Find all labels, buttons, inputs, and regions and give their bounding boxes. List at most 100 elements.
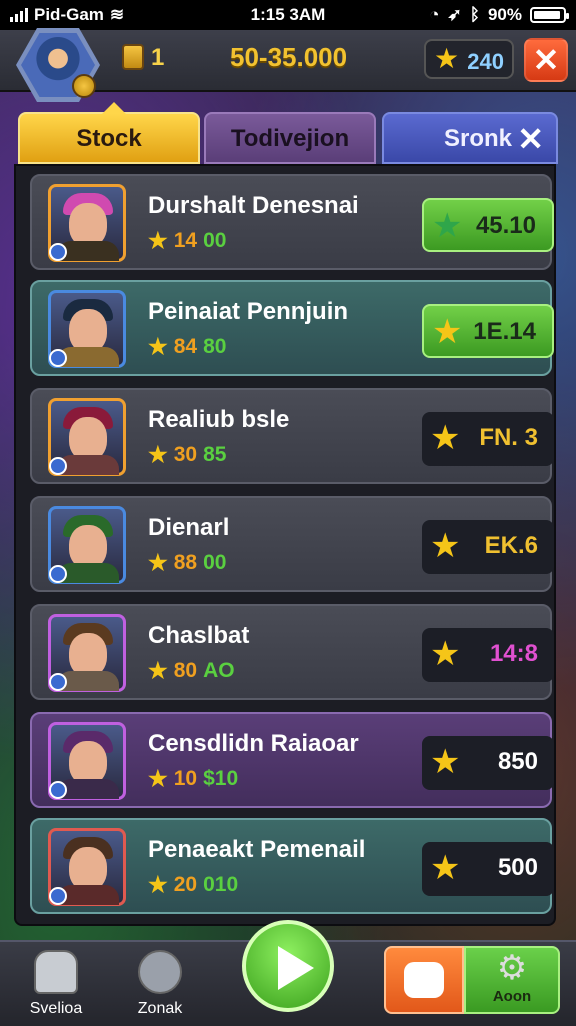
list-item[interactable]: Censdlidn Raiaoar ★ 10 $10 ★ 850 (30, 712, 554, 808)
price-value: 500 (497, 854, 538, 881)
item-stats: ★ 10 $10 (148, 766, 238, 792)
stat-a: 84 (173, 335, 198, 358)
level-value: 1 (151, 44, 165, 71)
item-list[interactable]: Durshalt Denesnai ★ 14 00 ★ 45.10 Peinaiat Pen… (14, 164, 556, 926)
nav-item-zone[interactable]: Zonak (110, 950, 210, 1018)
alarm-icon: ◔ (429, 5, 440, 24)
tab-todivejion[interactable]: Todivejion (204, 112, 376, 164)
item-stats: ★ 20 010 (148, 872, 238, 898)
price-value: 1E.14 (473, 318, 536, 345)
buy-button[interactable]: ★ 14:8 (422, 628, 554, 682)
stat-b: 85 (203, 443, 227, 466)
list-item[interactable]: Peinaiat Pennjuin ★ 84 80 ★ 1E.14 (30, 280, 554, 376)
stat-a: 88 (173, 551, 198, 574)
nav-item-chef[interactable]: Svelioa (6, 950, 106, 1018)
class-badge-icon (49, 565, 67, 583)
class-badge-icon (49, 673, 67, 691)
tab-bar: Stock Todivejion Sronk ✕ (18, 102, 558, 164)
buy-button[interactable]: ★ 500 (422, 842, 554, 896)
character-portrait (48, 398, 126, 476)
price-value: FN. 3 (479, 424, 538, 451)
item-name: Chaslbat (148, 622, 250, 649)
list-item[interactable]: Penaeakt Pemenail ★ 20 010 ★ 500 (30, 818, 554, 914)
class-badge-icon (49, 243, 67, 261)
star-balance[interactable]: ★ 240 (424, 39, 514, 79)
item-stats: ★ 30 85 (148, 442, 226, 468)
battery-percent: 90% (487, 5, 522, 24)
star-icon: ★ (148, 766, 168, 791)
star-icon: ★ (434, 43, 460, 74)
battery-icon (530, 7, 569, 23)
star-icon: ★ (148, 550, 168, 575)
buy-button[interactable]: ★ FN. 3 (422, 412, 554, 466)
list-item[interactable]: Chaslbat ★ 80 AO ★ 14:8 (30, 604, 554, 700)
character-portrait (48, 184, 126, 262)
stat-b: AO (203, 659, 235, 682)
tab-close-icon[interactable]: ✕ (517, 114, 544, 164)
list-item[interactable]: Durshalt Denesnai ★ 14 00 ★ 45.10 (30, 174, 554, 270)
star-icon: ★ (148, 334, 168, 359)
buy-button[interactable]: ★ EK.6 (422, 520, 554, 574)
star-icon: ★ (148, 442, 168, 467)
buy-button[interactable]: ★ 45.10 (422, 198, 554, 252)
stat-a: 80 (173, 659, 198, 682)
list-item[interactable]: Realiub bsle ★ 30 85 ★ FN. 3 (30, 388, 554, 484)
class-badge-icon (49, 349, 67, 367)
settings-button[interactable]: ⚙ Aoon (464, 946, 560, 1014)
stat-b: 80 (203, 335, 227, 358)
coin-balance: 50-35.000 (230, 42, 348, 72)
character-portrait (48, 828, 126, 906)
stat-b: 010 (203, 873, 239, 896)
close-button[interactable]: ✕ (524, 38, 568, 82)
star-icon: ★ (430, 635, 461, 673)
buy-button[interactable]: ★ 850 (422, 736, 554, 790)
star-icon: ★ (430, 527, 461, 565)
buy-button[interactable]: ★ 1E.14 (422, 304, 554, 358)
star-icon: ★ (148, 658, 168, 683)
bluetooth-icon: ᛒ (469, 5, 480, 24)
stat-a: 30 (173, 443, 198, 466)
item-name: Penaeakt Pemenail (148, 836, 366, 863)
chef-hat-icon (34, 950, 78, 994)
tab-label: Stock (76, 125, 142, 152)
price-value: 45.10 (475, 212, 536, 239)
stat-a: 10 (173, 767, 198, 790)
star-icon: ★ (430, 743, 461, 781)
item-stats: ★ 80 AO (148, 658, 235, 684)
stat-b: 00 (203, 551, 227, 574)
tab-sronk[interactable]: Sronk ✕ (382, 112, 558, 164)
star-icon: ★ (148, 872, 168, 897)
settings-label: Aoon (492, 988, 532, 1005)
nav-label: Zonak (137, 1000, 183, 1017)
price-value: 850 (497, 748, 538, 775)
close-icon: ✕ (532, 42, 560, 78)
tab-label: Todivejion (230, 125, 350, 152)
shop-icon (404, 962, 444, 998)
item-name: Realiub bsle (148, 406, 290, 433)
item-stats: ★ 84 80 (148, 334, 226, 360)
play-icon (278, 946, 314, 990)
price-value: 14:8 (489, 640, 538, 667)
stat-a: 20 (173, 873, 198, 896)
shop-button[interactable] (384, 946, 464, 1014)
item-name: Dienarl (148, 514, 230, 541)
tab-label: Sronk (444, 125, 513, 152)
nav-label: Svelioa (29, 1000, 83, 1017)
price-value: EK.6 (484, 532, 538, 559)
star-icon: ★ (430, 849, 461, 887)
star-icon: ★ (432, 207, 463, 245)
avatar-badge-icon (72, 74, 96, 98)
class-badge-icon (49, 781, 67, 799)
top-bar: 1 50-35.000 ★ 240 ✕ (0, 28, 576, 102)
tab-stock[interactable]: Stock (18, 102, 200, 164)
character-portrait (48, 614, 126, 692)
character-portrait (48, 722, 126, 800)
play-button[interactable] (242, 920, 334, 1012)
item-stats: ★ 88 00 (148, 550, 226, 576)
list-item[interactable]: Dienarl ★ 88 00 ★ EK.6 (30, 496, 554, 592)
character-portrait (48, 506, 126, 584)
status-bar: Pid-Gam ≋ 1:15 3AM ◔ ➶ ᛒ 90% (0, 0, 576, 30)
status-right: ◔ ➶ ᛒ 90% (429, 5, 569, 25)
class-badge-icon (49, 457, 67, 475)
location-icon: ➶ (447, 5, 462, 24)
